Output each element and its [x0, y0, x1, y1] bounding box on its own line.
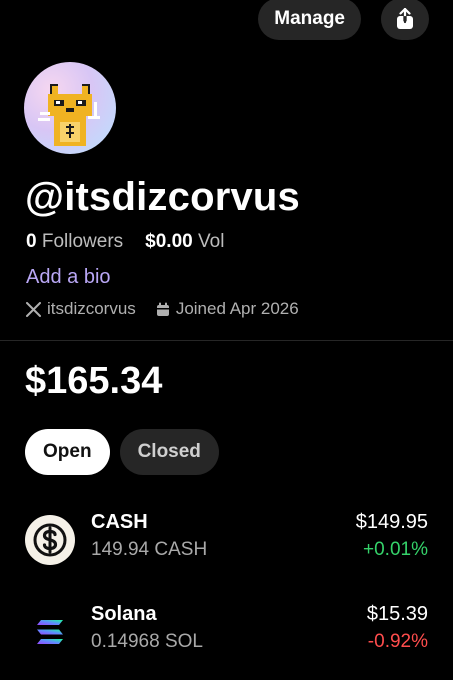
- asset-change: +0.01%: [363, 539, 428, 560]
- x-logo-icon: [26, 301, 41, 317]
- share-icon: [397, 8, 413, 29]
- asset-row-cash[interactable]: CASH 149.94 CASH $149.95 +0.01%: [25, 509, 428, 569]
- asset-row-solana[interactable]: Solana 0.14968 SOL $15.39 -0.92%: [25, 601, 428, 661]
- tab-closed[interactable]: Closed: [119, 429, 219, 475]
- profile-meta: itsdizcorvus Joined Apr 2026: [26, 299, 319, 319]
- portfolio-balance: $165.34: [25, 360, 163, 402]
- followers-stat[interactable]: 0 Followers: [26, 231, 123, 253]
- asset-value: $149.95: [355, 511, 428, 533]
- x-handle: itsdizcorvus: [47, 299, 136, 318]
- tab-open[interactable]: Open: [25, 429, 110, 475]
- followers-count: 0: [26, 231, 37, 252]
- cash-dollar-icon: [25, 515, 75, 565]
- share-button[interactable]: [381, 0, 429, 40]
- section-divider: [0, 340, 453, 341]
- solana-icon: [25, 607, 75, 657]
- profile-stats: 0 Followers $0.00 Vol: [26, 231, 224, 253]
- asset-change: -0.92%: [367, 631, 428, 652]
- top-actions: Manage: [258, 0, 429, 40]
- asset-name: CASH: [91, 511, 148, 533]
- joined-date: Joined Apr 2026: [156, 299, 299, 319]
- manage-button[interactable]: Manage: [258, 0, 361, 40]
- asset-amount: 149.94 CASH: [91, 539, 208, 560]
- x-handle-link[interactable]: itsdizcorvus: [26, 299, 136, 319]
- profile-page: Manage @itsdizcorvus 0 Followers $0.00 V…: [0, 0, 453, 680]
- username: @itsdizcorvus: [25, 175, 301, 219]
- asset-value: $15.39: [366, 603, 428, 625]
- add-bio-link[interactable]: Add a bio: [26, 266, 111, 289]
- volume-label: Vol: [198, 231, 225, 252]
- position-tabs: Open Closed: [25, 429, 219, 475]
- joined-text: Joined Apr 2026: [175, 299, 299, 318]
- calendar-icon: [156, 302, 169, 316]
- avatar[interactable]: [24, 62, 116, 154]
- asset-name: Solana: [91, 603, 157, 625]
- pixel-fox-avatar-icon: [38, 84, 100, 146]
- asset-amount: 0.14968 SOL: [91, 631, 203, 652]
- volume-stat: $0.00 Vol: [145, 231, 224, 253]
- volume-value: $0.00: [145, 231, 193, 252]
- followers-label: Followers: [41, 231, 124, 252]
